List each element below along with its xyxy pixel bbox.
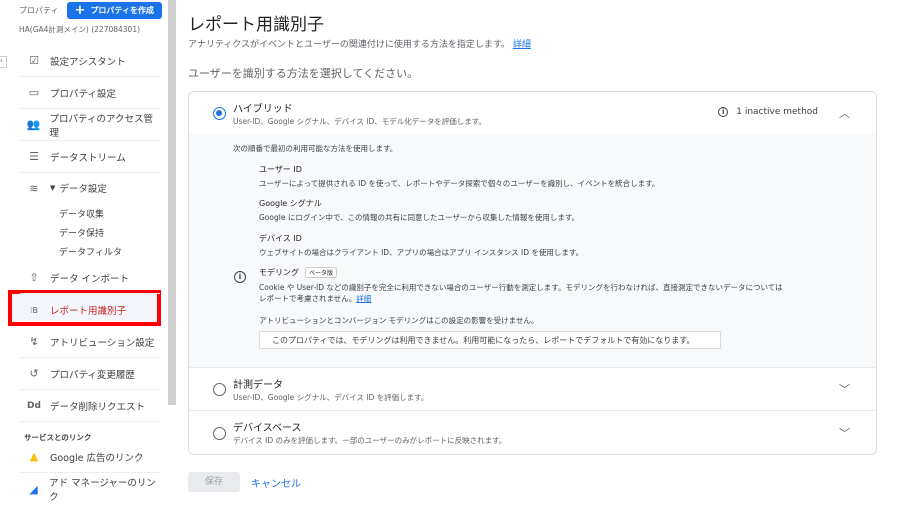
sidebar-item-data-settings[interactable]: ≋ ▼ データ設定 — [20, 172, 160, 204]
selection-prompt: ユーザーを識別する方法を選択してください。 — [188, 67, 419, 80]
modeling-unavailable-notice: このプロパティでは、モデリングは利用できません。利用可能になったら、レポートでデ… — [259, 331, 721, 349]
ad-manager-icon: ◢ — [29, 482, 38, 496]
method-title: デバイス ID — [259, 234, 302, 243]
inactive-status-text: 1 inactive method — [736, 107, 818, 117]
sidebar-item-label: プロパティ変更履歴 — [50, 369, 135, 381]
hybrid-details: 次の順番で最初の利用可能な方法を使用します。 ユーザー ID ユーザーによって提… — [189, 134, 876, 368]
sidebar-item-data-deletion[interactable]: Dd データ削除リクエスト — [20, 390, 160, 422]
sidebar-item-google-ads-link[interactable]: ▲ Google 広告のリンク — [20, 441, 160, 473]
modeling-desc-2: レポートで考慮されません。詳細 — [259, 293, 371, 304]
checklist-icon: ☑ — [29, 54, 39, 67]
method-desc: ウェブサイトの場合はクライアント ID、アプリの場合はアプリ インスタンス ID… — [259, 248, 584, 257]
dd-icon: Dd — [27, 400, 41, 411]
option-title: 計測データ — [233, 380, 283, 391]
option-observed[interactable]: 計測データ User-ID、Google シグナル、デバイス ID を評価します… — [189, 368, 876, 411]
sidebar-item-property-settings[interactable]: ▭ プロパティ設定 — [20, 77, 160, 109]
create-property-button[interactable]: + プロパティを作成 — [66, 2, 162, 19]
sidebar-item-label: プロパティ設定 — [50, 88, 116, 100]
sidebar-item-change-history[interactable]: ↺ プロパティ変更履歴 — [20, 358, 160, 390]
identity-options-card: ハイブリッド User-ID、Google シグナル、デバイス ID、モデル化デ… — [188, 91, 877, 455]
sidebar-scrollbar[interactable] — [168, 0, 176, 405]
people-icon: 👥 — [26, 118, 41, 131]
sidebar-item-label: アトリビューション設定 — [50, 337, 155, 349]
intro-text: 次の順番で最初の利用可能な方法を使用します。 — [233, 144, 398, 153]
sidebar-item-reporting-identity[interactable]: ⁝B レポート用識別子 — [20, 294, 160, 326]
sidebar-item-label: データ設定 — [59, 184, 107, 195]
inactive-status: i 1 inactive method — [718, 107, 818, 117]
option-subtitle: User-ID、Google シグナル、デバイス ID、モデル化データを評価しま… — [233, 117, 487, 126]
sidebar-item-data-streams[interactable]: ☰ データストリーム — [20, 141, 160, 173]
beta-badge: ベータ版 — [305, 267, 338, 278]
option-subtitle: User-ID、Google シグナル、デバイス ID を評価します。 — [233, 393, 429, 402]
caret-down-icon: ▼ — [50, 184, 56, 192]
sidebar-item-label: アド マネージャーのリンク — [49, 478, 156, 503]
option-title: ハイブリッド — [233, 104, 293, 115]
modeling-details-link[interactable]: 詳細 — [356, 294, 371, 303]
method-desc: ユーザーによって提供される ID を使って、レポートやデータ探索で個々のユーザー… — [259, 179, 660, 188]
create-property-label: プロパティを作成 — [90, 6, 154, 15]
option-title: デバイスベース — [233, 423, 302, 434]
sidebar-item-label: 設定アシスタント — [50, 56, 126, 68]
property-id: HA(GA4計測メイン) (227084301) — [19, 25, 141, 34]
identifier-icon: ⁝B — [29, 305, 39, 315]
option-subtitle: デバイス ID のみを評価します。一部のユーザーのみがレポートに反映されます。 — [233, 436, 507, 445]
database-icon: ≋ — [29, 181, 39, 195]
sidebar-item-ad-manager-link[interactable]: ◢ アド マネージャーのリンク — [20, 473, 160, 505]
details-link[interactable]: 詳細 — [513, 40, 531, 50]
layout-icon: ▭ — [28, 86, 40, 99]
option-device-based[interactable]: デバイスベース デバイス ID のみを評価します。一部のユーザーのみがレポートに… — [189, 411, 876, 454]
collapse-handle[interactable]: ‹ — [0, 56, 7, 68]
chevron-down-icon[interactable]: ﹀ — [839, 381, 850, 397]
option-hybrid[interactable]: ハイブリッド User-ID、Google シグナル、デバイス ID、モデル化デ… — [189, 92, 876, 134]
plus-icon: + — [74, 2, 86, 18]
description-text: アナリティクスがイベントとユーザーの関連付けに使用する方法を指定します。 — [188, 40, 510, 50]
sidebar: プロパティ + プロパティを作成 HA(GA4計測メイン) (227084301)… — [0, 0, 168, 503]
google-ads-icon: ▲ — [29, 450, 39, 463]
chevron-down-icon[interactable]: ﹀ — [839, 425, 850, 441]
attribution-icon: ↯ — [29, 335, 39, 348]
sidebar-subitem-data-retention[interactable]: データ保持 — [59, 226, 104, 239]
sidebar-item-data-import[interactable]: ⇧ データ インポート — [20, 262, 160, 294]
sidebar-item-label: Google 広告のリンク — [50, 452, 144, 464]
chevron-up-icon[interactable]: ︿ — [839, 105, 850, 121]
radio-observed[interactable] — [213, 383, 226, 396]
modeling-title: モデリング ベータ版 — [259, 267, 338, 278]
sidebar-item-label: データストリーム — [50, 152, 126, 164]
sidebar-subitem-data-filters[interactable]: データフィルタ — [59, 245, 122, 258]
method-title: Google シグナル — [259, 199, 322, 208]
upload-icon: ⇧ — [29, 271, 39, 284]
sidebar-item-label: データ削除リクエスト — [50, 401, 146, 413]
sidebar-item-label: データ インポート — [50, 273, 130, 285]
attribution-note: アトリビューションとコンバージョン モデリングはこの設定の影響を受けません。 — [259, 316, 539, 325]
sidebar-subitem-data-collection[interactable]: データ収集 — [59, 207, 104, 220]
page-description: アナリティクスがイベントとユーザーの関連付けに使用する方法を指定します。 詳細 — [188, 37, 531, 50]
method-title: ユーザー ID — [259, 165, 302, 174]
sidebar-item-attribution-settings[interactable]: ↯ アトリビューション設定 — [20, 326, 160, 358]
sidebar-item-setup-assistant[interactable]: ☑ 設定アシスタント — [20, 45, 160, 77]
info-icon: i — [234, 271, 246, 283]
save-button[interactable]: 保存 — [188, 472, 240, 492]
modeling-desc: Cookie や User-ID などの識別子を完全に利用できない場合のユーザー… — [259, 283, 783, 292]
sidebar-item-label: プロパティのアクセス管理 — [49, 113, 154, 139]
radio-device-based[interactable] — [213, 427, 226, 440]
sidebar-item-label: レポート用識別子 — [50, 306, 127, 317]
property-label: プロパティ — [19, 6, 59, 15]
method-desc: Google にログイン中で、この情報の共有に同意したユーザーから収集した情報を… — [259, 213, 580, 222]
streams-icon: ☰ — [29, 150, 39, 163]
info-icon: i — [718, 107, 729, 117]
modeling-desc-text: レポートで考慮されません。 — [259, 294, 357, 303]
sidebar-item-access-management[interactable]: 👥 プロパティのアクセス管理 — [20, 109, 160, 141]
modeling-title-text: モデリング — [259, 268, 299, 277]
page-title: レポート用識別子 — [188, 15, 324, 35]
radio-hybrid[interactable] — [213, 107, 226, 120]
history-icon: ↺ — [29, 367, 39, 380]
